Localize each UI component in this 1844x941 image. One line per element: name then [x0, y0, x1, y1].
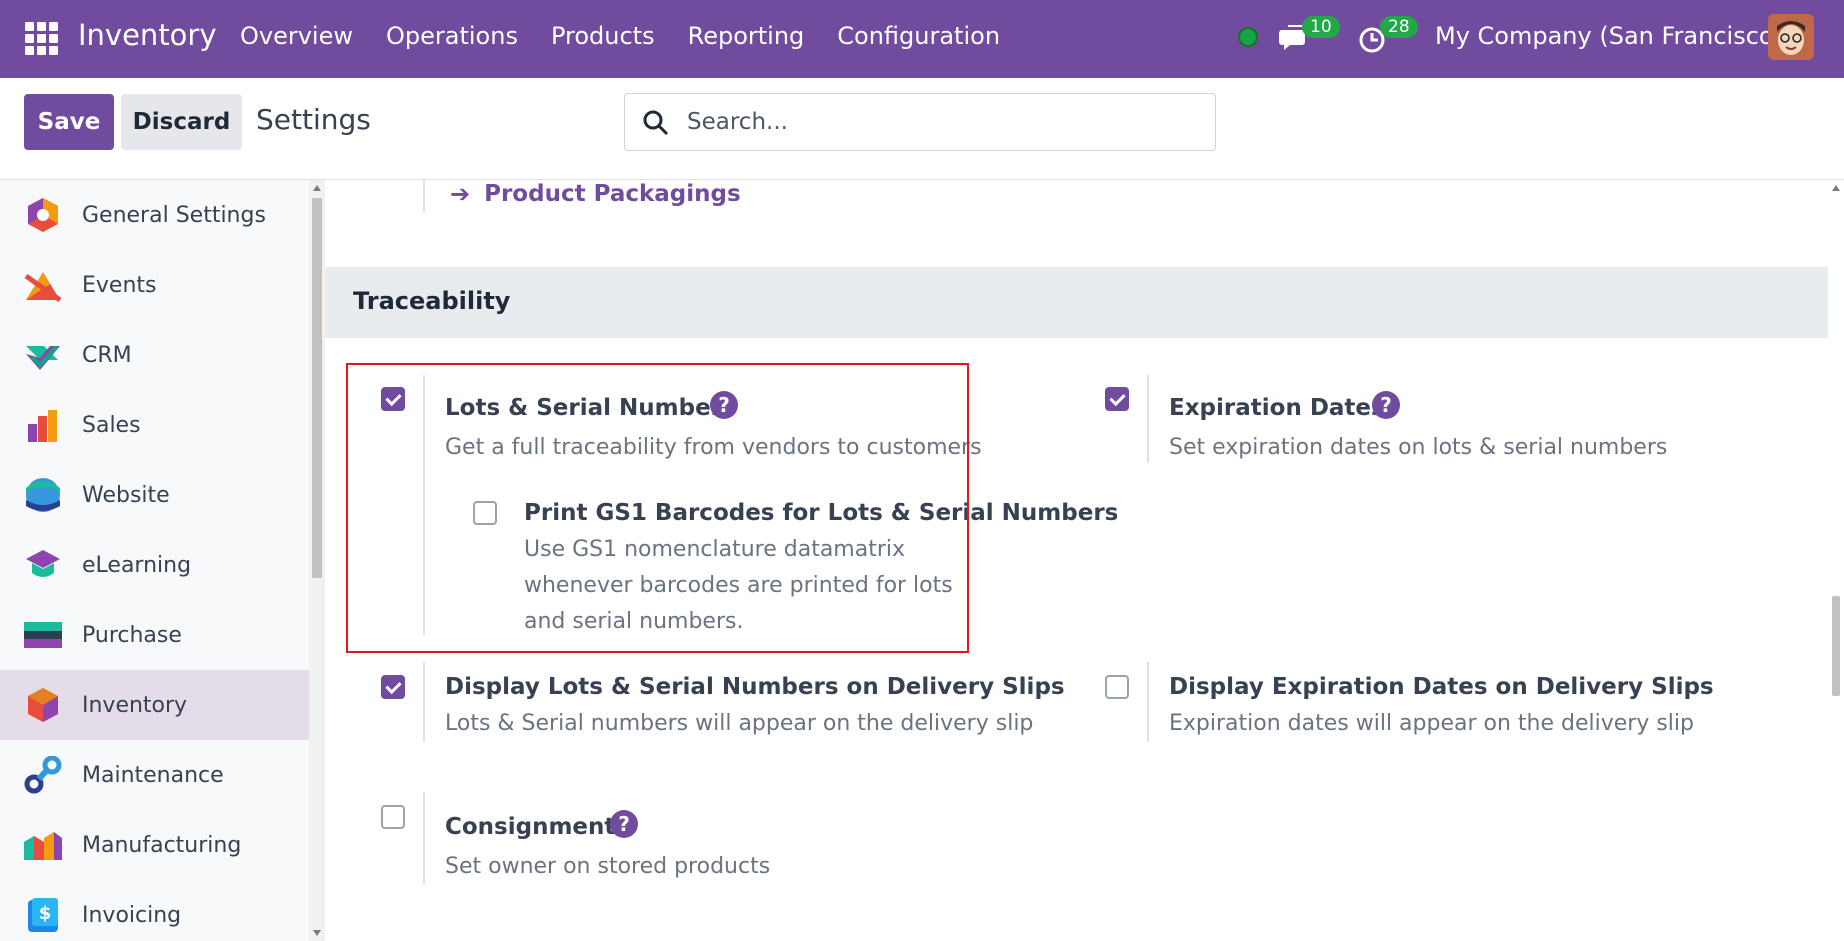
- display-lots-title: Display Lots & Serial Numbers on Deliver…: [445, 674, 1065, 700]
- setting-divider: [423, 180, 425, 212]
- settings-sidebar: General Settings Events CRM Sales Websit…: [0, 180, 309, 941]
- sidebar-item-label: Purchase: [82, 622, 182, 648]
- display-lots-desc: Lots & Serial numbers will appear on the…: [445, 711, 1034, 736]
- discard-button[interactable]: Discard: [121, 94, 242, 150]
- apps-menu-icon[interactable]: [25, 22, 58, 55]
- menu-operations[interactable]: Operations: [386, 22, 518, 50]
- setting-divider: [423, 792, 425, 884]
- sidebar-scroll-thumb[interactable]: [312, 198, 322, 578]
- elearning-icon: [26, 550, 60, 577]
- activities-badge: 28: [1380, 16, 1418, 38]
- consignment-desc: Set owner on stored products: [445, 854, 771, 879]
- settings-content: ➔ Product Packagings Traceability Lots &…: [325, 180, 1828, 941]
- traceability-section-header: Traceability: [325, 267, 1828, 338]
- display-expiration-desc: Expiration dates will appear on the deli…: [1169, 711, 1694, 736]
- sidebar-item-label: eLearning: [82, 552, 192, 578]
- search-input[interactable]: [687, 102, 1187, 142]
- display-expiration-title: Display Expiration Dates on Delivery Sli…: [1169, 674, 1714, 700]
- setting-divider: [1147, 662, 1149, 742]
- messages-badge: 10: [1302, 16, 1340, 38]
- consignment-checkbox[interactable]: [381, 805, 405, 829]
- scroll-up-icon[interactable]: [313, 185, 321, 191]
- sidebar-item-label: Invoicing: [82, 902, 182, 928]
- sidebar-item-manufacturing[interactable]: Manufacturing: [0, 810, 309, 880]
- display-lots-checkbox[interactable]: [381, 675, 405, 699]
- maintenance-icon: [24, 756, 62, 794]
- setting-divider: [423, 662, 425, 742]
- product-packagings-label: Product Packagings: [484, 181, 741, 207]
- sidebar-item-label: Website: [82, 482, 170, 508]
- arrow-right-icon: ➔: [450, 180, 471, 208]
- product-packagings-link[interactable]: ➔ Product Packagings: [450, 180, 741, 208]
- display-expiration-checkbox[interactable]: [1105, 675, 1129, 699]
- sidebar-item-label: Sales: [82, 412, 141, 438]
- menu-configuration[interactable]: Configuration: [837, 22, 1000, 50]
- menu-products[interactable]: Products: [551, 22, 655, 50]
- crm-icon: [26, 346, 60, 370]
- control-panel: Save Discard Settings: [0, 78, 1844, 180]
- sidebar-item-events[interactable]: Events: [0, 250, 309, 320]
- sidebar-item-invoicing[interactable]: $ Invoicing: [0, 880, 309, 941]
- help-icon[interactable]: ?: [610, 810, 638, 838]
- svg-text:$: $: [39, 903, 52, 924]
- sidebar-scrollbar[interactable]: [309, 180, 325, 941]
- sidebar-item-sales[interactable]: Sales: [0, 390, 309, 460]
- expiration-dates-desc: Set expiration dates on lots & serial nu…: [1169, 435, 1668, 460]
- menu-reporting[interactable]: Reporting: [688, 22, 805, 50]
- breadcrumb: Settings: [256, 103, 371, 136]
- user-avatar[interactable]: [1768, 14, 1814, 60]
- expiration-dates-checkbox[interactable]: [1105, 387, 1129, 411]
- scroll-up-icon[interactable]: [1832, 185, 1840, 191]
- section-title: Traceability: [353, 287, 511, 315]
- purchase-icon: [24, 622, 62, 648]
- main-menu: Overview Operations Products Reporting C…: [240, 22, 1033, 50]
- sidebar-item-website[interactable]: Website: [0, 460, 309, 530]
- expiration-dates-title: Expiration Dates: [1169, 395, 1385, 421]
- events-icon: [24, 272, 62, 303]
- sidebar-item-purchase[interactable]: Purchase: [0, 600, 309, 670]
- general-settings-icon: [28, 198, 58, 232]
- save-button[interactable]: Save: [24, 94, 114, 150]
- content-scroll-thumb[interactable]: [1832, 596, 1840, 696]
- content-scrollbar[interactable]: [1828, 180, 1844, 941]
- consignment-title: Consignment: [445, 814, 616, 840]
- sidebar-item-label: Events: [82, 272, 157, 298]
- scroll-down-icon[interactable]: [313, 930, 321, 936]
- sidebar-item-general-settings[interactable]: General Settings: [0, 180, 309, 250]
- sales-icon: [28, 410, 57, 442]
- search-box[interactable]: [624, 93, 1216, 151]
- setting-divider: [1147, 375, 1149, 463]
- company-switcher[interactable]: My Company (San Francisco): [1435, 22, 1783, 50]
- help-icon[interactable]: ?: [1372, 391, 1400, 419]
- sidebar-item-inventory[interactable]: Inventory: [0, 670, 309, 740]
- sidebar-item-maintenance[interactable]: Maintenance: [0, 740, 309, 810]
- sidebar-item-label: Inventory: [82, 692, 188, 718]
- sidebar-item-label: General Settings: [82, 202, 266, 228]
- app-brand[interactable]: Inventory: [78, 18, 217, 52]
- menu-overview[interactable]: Overview: [240, 22, 353, 50]
- sidebar-item-label: Maintenance: [82, 762, 224, 788]
- website-icon: [26, 478, 60, 512]
- manufacturing-icon: [24, 832, 62, 860]
- search-icon: [643, 110, 669, 136]
- sidebar-item-label: Manufacturing: [82, 832, 242, 858]
- invoicing-icon: $: [28, 898, 58, 932]
- sidebar-item-crm[interactable]: CRM: [0, 320, 309, 390]
- highlight-box: [346, 363, 969, 653]
- sidebar-item-elearning[interactable]: eLearning: [0, 530, 309, 600]
- online-status-icon: [1238, 27, 1258, 47]
- top-navbar: Inventory Overview Operations Products R…: [0, 0, 1844, 78]
- inventory-icon: [28, 688, 58, 722]
- sidebar-item-label: CRM: [82, 342, 132, 368]
